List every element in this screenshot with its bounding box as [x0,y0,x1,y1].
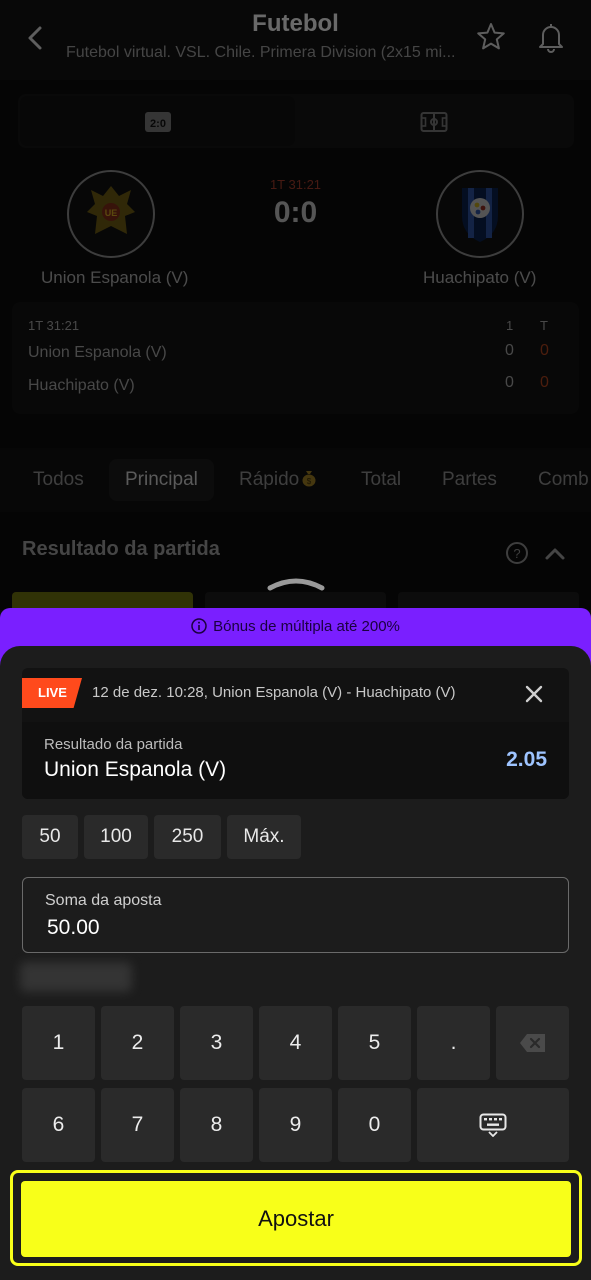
tab-partes[interactable]: Partes [426,459,513,501]
key-0[interactable]: 0 [338,1088,411,1162]
score-table-period1-score: 0 [505,342,514,359]
svg-text:$: $ [307,477,312,486]
score-table-team: Union Espanola (V) [28,344,167,361]
field-view-tab[interactable] [297,96,572,146]
remove-bet-button[interactable] [522,682,546,706]
close-icon [525,685,543,703]
svg-text:?: ? [513,546,520,561]
score-table-total-score: 0 [540,374,549,391]
home-team-name: Union Espanola (V) [41,268,189,287]
submit-focus-ring: Apostar [10,1170,582,1266]
bet-market: Resultado da partida [44,736,183,753]
score-table-header-total: T [540,318,548,333]
quick-amount-max[interactable]: Máx. [227,815,301,859]
key-9[interactable]: 9 [259,1088,332,1162]
bet-pick: Union Espanola (V) [44,758,227,781]
key-1[interactable]: 1 [22,1006,95,1080]
page-subtitle: Futebol virtual. VSL. Chile. Primera Div… [66,44,456,61]
favorite-button[interactable] [474,20,508,54]
key-6[interactable]: 6 [22,1088,95,1162]
chevron-up-handle-icon [267,578,325,591]
stake-label: Soma da aposta [45,892,162,909]
bonus-text-row: Bónus de múltipla até 200% [0,618,591,635]
key-2[interactable]: 2 [101,1006,174,1080]
notifications-button[interactable] [534,20,568,54]
question-circle-icon: ? [506,542,528,564]
bonus-text: Bónus de múltipla até 200% [213,618,400,635]
match-header: UE 1T 31:21 0:0 Union Espanola (V) Huach… [0,160,591,300]
chevron-up-icon [545,548,565,560]
blurred-balance [20,962,132,992]
tab-comb[interactable]: Comb [522,459,591,501]
top-bar: Futebol Futebol virtual. VSL. Chile. Pri… [0,0,591,80]
key-8[interactable]: 8 [180,1088,253,1162]
tab-todos[interactable]: Todos [17,459,100,501]
scoreboard-icon-text: 2:0 [150,118,166,130]
market-title: Resultado da partida [22,538,220,560]
market-tabs: Todos Principal Rápido $ Total Partes Com… [0,448,591,512]
stake-input[interactable] [47,916,347,940]
star-icon [477,23,505,50]
help-button[interactable]: ? [505,541,529,565]
score-table-header-period1: 1 [506,318,514,333]
football-field-icon [420,112,448,132]
quick-amount-50[interactable]: 50 [22,815,78,859]
info-icon [191,618,207,634]
live-badge: LIVE [22,678,82,708]
quick-amount-250[interactable]: 250 [154,815,221,859]
tab-rapido[interactable]: Rápido $ [223,459,333,501]
key-hide-keyboard[interactable] [417,1088,569,1162]
keyboard-icon [479,1113,507,1138]
key-3[interactable]: 3 [180,1006,253,1080]
scoreboard-icon: 2:0 [145,112,171,132]
sheet-drag-handle[interactable] [266,574,326,594]
tab-principal[interactable]: Principal [109,459,214,501]
bet-event: 12 de dez. 10:28, Union Espanola (V) - H… [92,684,456,701]
place-bet-button[interactable]: Apostar [21,1181,571,1257]
key-7[interactable]: 7 [101,1088,174,1162]
key-decimal[interactable]: . [417,1006,490,1080]
score-table-total-score: 0 [540,342,549,359]
score-table: 1T 31:21 1 T Union Espanola (V) 0 0 Huac… [12,302,579,414]
scoreboard-view-tab[interactable]: 2:0 [20,96,295,146]
away-team-logo [436,170,524,258]
bell-icon [539,24,563,53]
away-team-name: Huachipato (V) [423,268,537,287]
score-table-period: 1T 31:21 [28,318,80,333]
bet-selection: Resultado da partida Union Espanola (V) … [22,722,569,799]
bet-card: LIVE 12 de dez. 10:28, Union Espanola (V… [22,668,569,799]
stake-field[interactable]: Soma da aposta [22,877,569,953]
key-5[interactable]: 5 [338,1006,411,1080]
striped-shield-icon [462,188,498,242]
score-table-team: Huachipato (V) [28,377,135,394]
key-4[interactable]: 4 [259,1006,332,1080]
bet-odds: 2.05 [506,748,547,771]
key-backspace[interactable] [496,1006,569,1080]
quick-amount-100[interactable]: 100 [84,815,148,859]
tab-rapido-label: Rápido [239,469,300,490]
view-toggle: 2:0 [18,94,574,148]
collapse-market-button[interactable] [543,543,567,563]
score-table-period1-score: 0 [505,374,514,391]
backspace-icon [519,1034,545,1053]
money-bag-icon: $ [302,471,316,487]
tab-total[interactable]: Total [345,459,417,501]
